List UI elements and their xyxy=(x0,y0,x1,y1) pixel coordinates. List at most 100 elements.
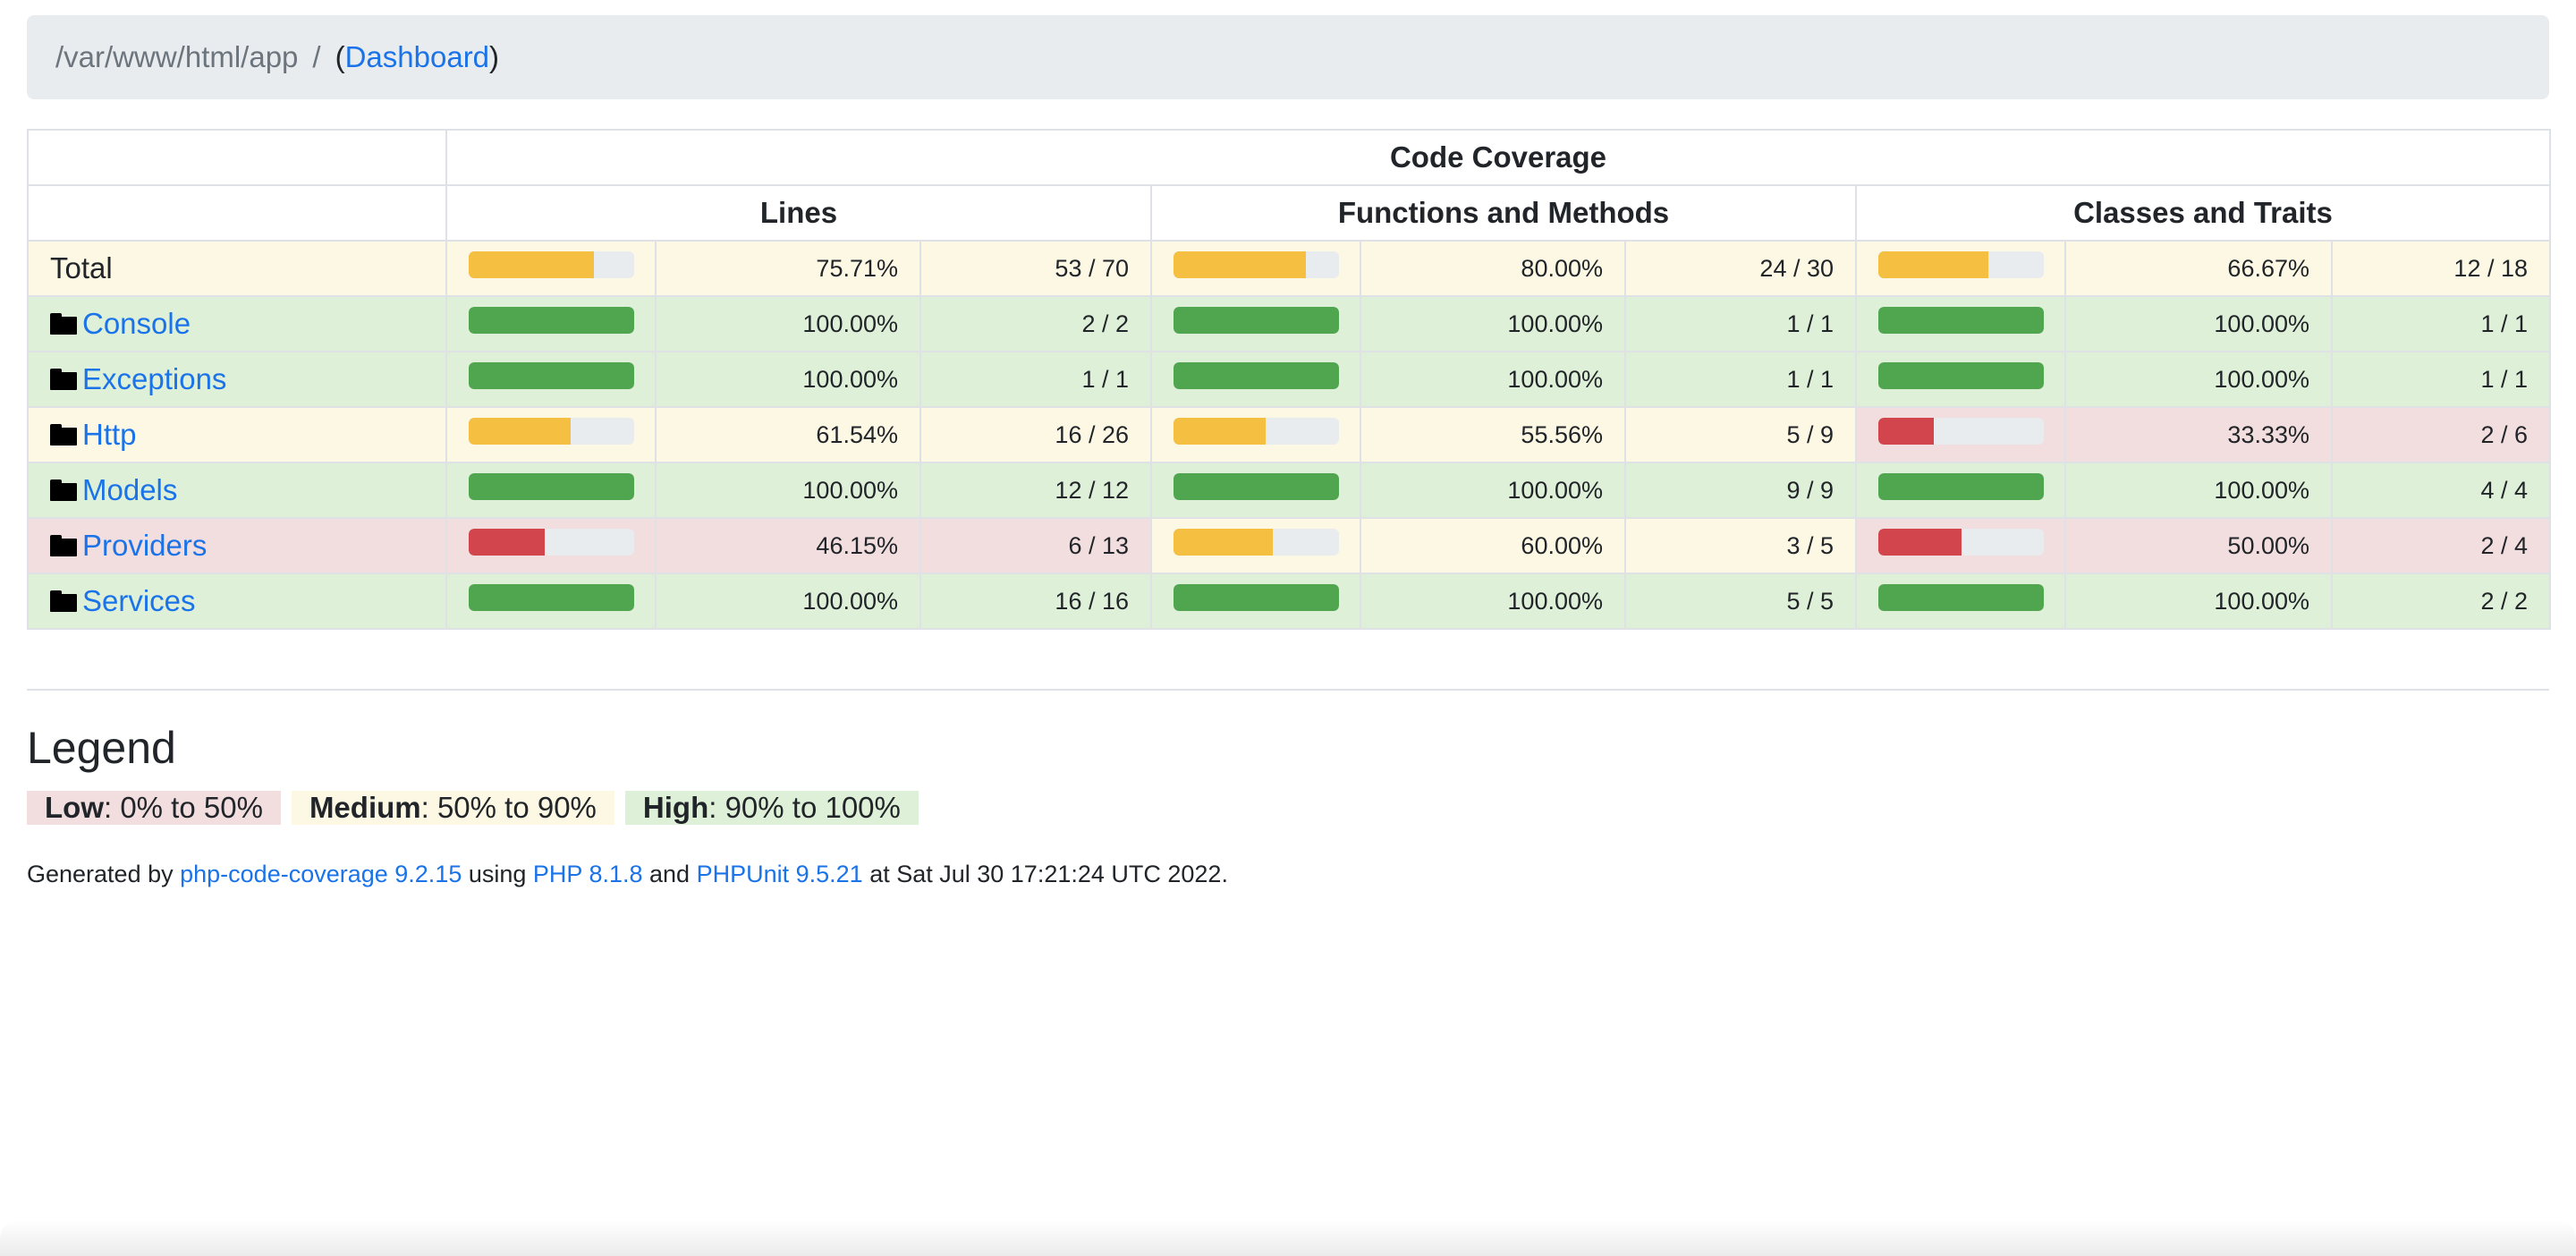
lines-coverage-bar xyxy=(469,307,634,334)
lines-bar-cell xyxy=(445,351,657,408)
functions-percent: 55.56% xyxy=(1360,406,1626,463)
classes-coverage-bar-fill xyxy=(1878,307,2044,334)
functions-ratio: 1 / 1 xyxy=(1624,351,1857,408)
header-empty-cell xyxy=(27,184,447,242)
legend-medium: Medium: 50% to 90% xyxy=(291,791,614,825)
functions-ratio: 24 / 30 xyxy=(1624,240,1857,297)
classes-bar-cell xyxy=(1855,295,2066,352)
classes-coverage-bar xyxy=(1878,418,2044,445)
functions-bar-cell xyxy=(1150,406,1361,463)
functions-bar-cell xyxy=(1150,295,1361,352)
legend: Low: 0% to 50% Medium: 50% to 90% High: … xyxy=(27,791,2549,825)
functions-coverage-bar xyxy=(1174,584,1339,611)
folder-icon xyxy=(50,369,77,390)
table-row: Exceptions 100.00% 1 / 1 100.00% 1 / 1 100.00… xyxy=(27,351,2551,408)
php-link[interactable]: PHP 8.1.8 xyxy=(533,861,643,887)
lines-ratio: 1 / 1 xyxy=(919,351,1152,408)
functions-coverage-bar xyxy=(1174,418,1339,445)
classes-ratio: 12 / 18 xyxy=(2331,240,2551,297)
classes-bar-cell xyxy=(1855,573,2066,630)
lines-bar-cell xyxy=(445,462,657,519)
lines-coverage-bar-fill xyxy=(469,251,595,278)
functions-coverage-bar xyxy=(1174,362,1339,389)
classes-percent: 100.00% xyxy=(2064,462,2333,519)
lines-percent: 100.00% xyxy=(655,462,921,519)
php-code-coverage-link[interactable]: php-code-coverage 9.2.15 xyxy=(180,861,462,887)
classes-percent: 50.00% xyxy=(2064,517,2333,574)
functions-bar-cell xyxy=(1150,351,1361,408)
footer: Generated by php-code-coverage 9.2.15 us… xyxy=(27,861,2549,888)
lines-bar-cell xyxy=(445,517,657,574)
lines-coverage-bar xyxy=(469,418,634,445)
lines-percent: 100.00% xyxy=(655,351,921,408)
functions-coverage-bar-fill xyxy=(1174,251,1306,278)
row-name-cell: Total xyxy=(27,240,447,297)
classes-coverage-bar xyxy=(1878,529,2044,556)
classes-percent: 100.00% xyxy=(2064,573,2333,630)
functions-bar-cell xyxy=(1150,517,1361,574)
functions-coverage-bar-fill xyxy=(1174,362,1339,389)
classes-percent: 100.00% xyxy=(2064,295,2333,352)
classes-ratio: 2 / 6 xyxy=(2331,406,2551,463)
phpunit-link[interactable]: PHPUnit 9.5.21 xyxy=(697,861,863,887)
lines-bar-cell xyxy=(445,573,657,630)
lines-ratio: 6 / 13 xyxy=(919,517,1152,574)
directory-link[interactable]: Services xyxy=(82,584,196,617)
lines-coverage-bar xyxy=(469,251,634,278)
header-row-columns: Lines Functions and Methods Classes and … xyxy=(27,184,2551,242)
lines-coverage-bar xyxy=(469,584,634,611)
row-name-cell: Services xyxy=(27,573,447,630)
lines-percent: 46.15% xyxy=(655,517,921,574)
lines-coverage-bar-fill xyxy=(469,529,546,556)
directory-link[interactable]: Http xyxy=(82,418,137,451)
page: /var/www/html/app / (Dashboard) Code Cov… xyxy=(0,0,2576,1256)
functions-bar-cell xyxy=(1150,573,1361,630)
header-functions-and-methods: Functions and Methods xyxy=(1150,184,1857,242)
header-classes-and-traits: Classes and Traits xyxy=(1855,184,2551,242)
table-row: Console 100.00% 2 / 2 100.00% 1 / 1 100.00% 1 … xyxy=(27,295,2551,352)
breadcrumb-path: /var/www/html/app xyxy=(55,40,299,73)
breadcrumb-close-paren: ) xyxy=(489,40,500,73)
lines-coverage-bar xyxy=(469,473,634,500)
legend-low: Low: 0% to 50% xyxy=(27,791,281,825)
lines-percent: 100.00% xyxy=(655,573,921,630)
directory-link[interactable]: Models xyxy=(82,473,177,506)
footer-using: using xyxy=(462,861,533,887)
functions-coverage-bar-fill xyxy=(1174,473,1339,500)
classes-coverage-bar xyxy=(1878,251,2044,278)
classes-ratio: 1 / 1 xyxy=(2331,351,2551,408)
lines-ratio: 16 / 16 xyxy=(919,573,1152,630)
classes-coverage-bar xyxy=(1878,584,2044,611)
functions-percent: 80.00% xyxy=(1360,240,1626,297)
classes-bar-cell xyxy=(1855,462,2066,519)
lines-coverage-bar xyxy=(469,362,634,389)
functions-percent: 100.00% xyxy=(1360,351,1626,408)
table-row: Total 75.71% 53 / 70 80.00% 24 / 30 66.67% 12 … xyxy=(27,240,2551,297)
legend-low-range: : 0% to 50% xyxy=(103,791,263,824)
functions-bar-cell xyxy=(1150,240,1361,297)
row-name-cell: Console xyxy=(27,295,447,352)
classes-coverage-bar-fill xyxy=(1878,473,2044,500)
lines-coverage-bar-fill xyxy=(469,418,571,445)
functions-coverage-bar xyxy=(1174,473,1339,500)
row-name-cell: Http xyxy=(27,406,447,463)
folder-icon xyxy=(50,479,77,501)
directory-link[interactable]: Console xyxy=(82,307,191,340)
row-name-cell: Exceptions xyxy=(27,351,447,408)
folder-icon xyxy=(50,424,77,446)
classes-coverage-bar xyxy=(1878,473,2044,500)
breadcrumb-open-paren: ( xyxy=(335,40,345,73)
lines-coverage-bar xyxy=(469,529,634,556)
dashboard-link[interactable]: Dashboard xyxy=(345,40,489,74)
window-bottom-shadow xyxy=(0,1220,2576,1256)
directory-link[interactable]: Providers xyxy=(82,529,207,562)
classes-bar-cell xyxy=(1855,351,2066,408)
folder-icon xyxy=(50,313,77,335)
classes-coverage-bar-fill xyxy=(1878,251,1989,278)
functions-percent: 100.00% xyxy=(1360,573,1626,630)
header-row-top: Code Coverage xyxy=(27,129,2551,186)
functions-coverage-bar-fill xyxy=(1174,307,1339,334)
directory-link[interactable]: Exceptions xyxy=(82,362,226,395)
row-name-cell: Models xyxy=(27,462,447,519)
legend-medium-label: Medium xyxy=(309,791,421,824)
